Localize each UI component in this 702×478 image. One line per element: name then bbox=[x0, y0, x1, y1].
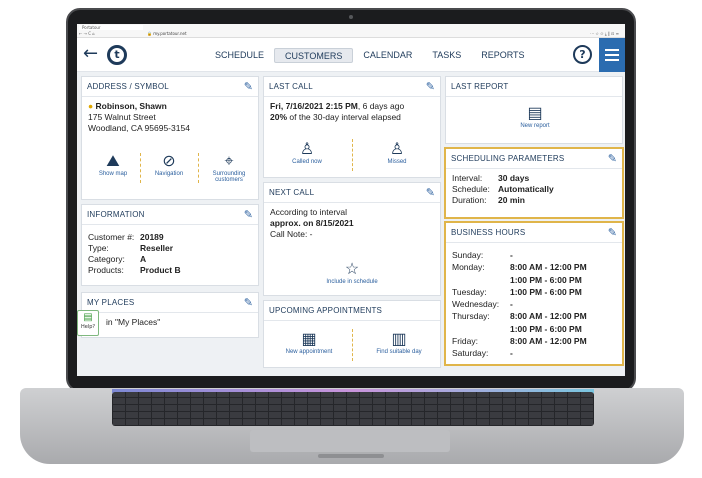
menu-reports[interactable]: REPORTS bbox=[471, 48, 534, 63]
url-text: my.portatour.net bbox=[153, 31, 187, 36]
camera bbox=[349, 15, 353, 19]
menu-tasks[interactable]: TASKS bbox=[422, 48, 471, 63]
edit-pencil-icon[interactable]: ✎ bbox=[244, 297, 253, 308]
include-in-schedule-button[interactable]: ☆ Include in schedule bbox=[312, 261, 392, 285]
browser-nav-buttons[interactable]: ← → C ⌂ bbox=[79, 31, 95, 37]
appointments-card: UPCOMING APPOINTMENTS ▦ New appointment ▥… bbox=[263, 300, 441, 368]
card-title: NEXT CALL bbox=[264, 183, 440, 203]
next-call-line: According to interval bbox=[270, 207, 348, 217]
portatour-logo[interactable]: t bbox=[107, 45, 127, 65]
card-title: BUSINESS HOURS bbox=[446, 223, 622, 243]
business-hours-card: BUSINESS HOURS ✎ Sunday: - Monday: 8:00 AM… bbox=[444, 221, 624, 366]
card-title: LAST CALL bbox=[264, 77, 440, 97]
called-now-button[interactable]: ♙ Called now bbox=[282, 141, 332, 165]
hours-row: 1:00 PM - 6:00 PM bbox=[510, 274, 582, 285]
hours-row: Wednesday: - bbox=[452, 299, 513, 310]
customer-symbol-icon: ● bbox=[88, 101, 94, 111]
surrounding-customers-button[interactable]: ⌖ Surrounding customers bbox=[202, 153, 256, 183]
new-report-button[interactable]: ▤ New report bbox=[496, 105, 574, 129]
card-title: ADDRESS / SYMBOL bbox=[82, 77, 258, 97]
info-row: Customer #: 20189 bbox=[88, 232, 164, 242]
last-report-card: LAST REPORT ▤ New report bbox=[445, 76, 623, 144]
call-note: Call Note: - bbox=[270, 229, 313, 239]
main-menu: SCHEDULE CUSTOMERS CALENDAR TASKS REPORT… bbox=[205, 48, 535, 63]
hours-row: Thursday: 8:00 AM - 12:00 PM bbox=[452, 311, 587, 322]
address-card: ADDRESS / SYMBOL ✎ ● Robinson, Shawn 175… bbox=[81, 76, 259, 200]
location-pin-icon: ⌖ bbox=[224, 153, 234, 170]
card-title: MY PLACES bbox=[82, 293, 258, 313]
edit-pencil-icon[interactable]: ✎ bbox=[244, 81, 253, 92]
star-add-icon: ☆ bbox=[344, 261, 360, 278]
hours-row: Friday: 8:00 AM - 12:00 PM bbox=[452, 336, 587, 347]
next-call-card: NEXT CALL ✎ According to interval approx… bbox=[263, 182, 441, 296]
last-call-date: Fri, 7/16/2021 2:15 PM bbox=[270, 101, 358, 111]
customer-name: Robinson, Shawn bbox=[95, 101, 167, 111]
navigation-icon: ⊘ bbox=[162, 153, 176, 170]
keyboard bbox=[112, 392, 594, 426]
trackpad bbox=[250, 430, 450, 452]
param-row: Duration: 20 min bbox=[452, 195, 525, 205]
back-arrow-icon[interactable]: ← bbox=[83, 44, 98, 64]
info-row: Category: A bbox=[88, 254, 147, 264]
hamburger-menu-icon[interactable] bbox=[599, 38, 625, 72]
card-title: UPCOMING APPOINTMENTS bbox=[264, 301, 440, 321]
hours-row: 1:00 PM - 6:00 PM bbox=[510, 323, 582, 334]
new-appointment-button[interactable]: ▦ New appointment bbox=[274, 331, 344, 355]
hours-row: Monday: 8:00 AM - 12:00 PM bbox=[452, 262, 587, 273]
browser-tab[interactable]: Portatour bbox=[79, 25, 143, 30]
card-title: SCHEDULING PARAMETERS bbox=[446, 149, 622, 169]
show-map-button[interactable]: ⛰ Show map bbox=[88, 153, 138, 177]
next-call-date: approx. on 8/15/2021 bbox=[270, 218, 354, 228]
my-places-card: MY PLACES ✎ in "My Places" bbox=[81, 292, 259, 338]
param-row: Interval: 30 days bbox=[452, 173, 530, 183]
document-add-icon: ▤ bbox=[527, 105, 543, 122]
menu-schedule[interactable]: SCHEDULE bbox=[205, 48, 274, 63]
calendar-grid-icon: ▥ bbox=[391, 331, 407, 348]
person-missed-icon: ♙ bbox=[389, 141, 405, 158]
information-card: INFORMATION ✎ Customer #: 20189 Type: Rese… bbox=[81, 204, 259, 286]
hours-row: Tuesday: 1:00 PM - 6:00 PM bbox=[452, 286, 582, 297]
my-places-text: in "My Places" bbox=[106, 317, 161, 327]
browser-extensions[interactable]: ⋯ ☆ ✩ ⤓ ⫼ ⊡ ≡ bbox=[590, 31, 619, 37]
city: Woodland, CA 95695-3154 bbox=[88, 123, 190, 133]
menu-customers[interactable]: CUSTOMERS bbox=[274, 48, 354, 63]
browser-toolbar: Portatour ← → C ⌂ 🔒 my.portatour.net ⋯ ☆… bbox=[77, 24, 625, 38]
info-row: Type: Reseller bbox=[88, 243, 174, 253]
missed-button[interactable]: ♙ Missed bbox=[372, 141, 422, 165]
base-notch bbox=[318, 454, 384, 458]
edit-pencil-icon[interactable]: ✎ bbox=[426, 81, 435, 92]
hours-row: Sunday: - bbox=[452, 250, 513, 260]
card-title: LAST REPORT bbox=[446, 77, 622, 97]
person-check-icon: ♙ bbox=[299, 141, 315, 158]
hours-row: Saturday: - bbox=[452, 348, 513, 359]
edit-pencil-icon[interactable]: ✎ bbox=[426, 187, 435, 198]
card-title: INFORMATION bbox=[82, 205, 258, 225]
edit-pencil-icon[interactable]: ✎ bbox=[244, 209, 253, 220]
navigation-button[interactable]: ⊘ Navigation bbox=[144, 153, 194, 177]
edit-pencil-icon[interactable]: ✎ bbox=[608, 153, 617, 164]
map-icon: ⛰ bbox=[106, 153, 120, 170]
laptop: Portatour ← → C ⌂ 🔒 my.portatour.net ⋯ ☆… bbox=[0, 0, 702, 478]
menu-calendar[interactable]: CALENDAR bbox=[353, 48, 422, 63]
help-feedback-button[interactable]: ▤ Help? bbox=[77, 310, 99, 336]
screen: Portatour ← → C ⌂ 🔒 my.portatour.net ⋯ ☆… bbox=[77, 24, 625, 376]
scheduling-parameters-card: SCHEDULING PARAMETERS ✎ Interval: 30 days… bbox=[444, 147, 624, 219]
street: 175 Walnut Street bbox=[88, 112, 156, 122]
address-bar[interactable]: 🔒 my.portatour.net bbox=[147, 31, 517, 37]
help-icon[interactable]: ? bbox=[573, 45, 592, 64]
param-row: Schedule: Automatically bbox=[452, 184, 554, 194]
last-call-card: LAST CALL ✎ Fri, 7/16/2021 2:15 PM, 6 da… bbox=[263, 76, 441, 178]
app-header: ← t SCHEDULE CUSTOMERS CALENDAR TASKS RE… bbox=[77, 38, 625, 72]
calendar-add-icon: ▦ bbox=[301, 331, 317, 348]
find-suitable-day-button[interactable]: ▥ Find suitable day bbox=[362, 331, 436, 355]
chat-icon: ▤ bbox=[83, 312, 93, 323]
info-row: Products: Product B bbox=[88, 265, 181, 275]
edit-pencil-icon[interactable]: ✎ bbox=[608, 227, 617, 238]
